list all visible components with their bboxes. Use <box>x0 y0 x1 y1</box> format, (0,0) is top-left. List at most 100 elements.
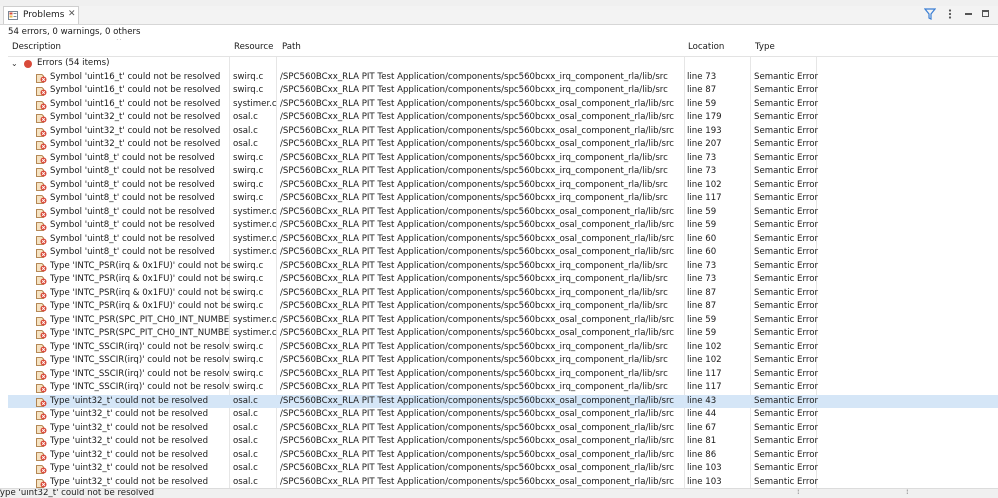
row-type: Semantic Error <box>754 395 818 406</box>
table-row[interactable]: Type 'INTC_SSCIR(irq)' could not be reso… <box>8 381 998 395</box>
error-marker-icon <box>36 424 47 434</box>
error-group-label: Errors (54 items) <box>37 58 110 68</box>
table-row[interactable]: Type 'uint32_t' could not be resolved osa… <box>8 435 998 449</box>
row-type: Semantic Error <box>754 98 818 109</box>
table-row[interactable]: Type 'INTC_PSR(irq & 0x1FU)' could not b… <box>8 260 998 274</box>
problems-summary: 54 errors, 0 warnings, 0 others <box>8 27 141 37</box>
row-resource: swirq.c <box>233 85 264 95</box>
error-marker-icon <box>36 127 47 137</box>
table-row[interactable]: Type 'INTC_PSR(SPC_PIT_CH0_INT_NUMBER)' … <box>8 314 998 328</box>
error-marker-icon <box>36 302 47 312</box>
table-row[interactable]: Type 'INTC_SSCIR(irq)' could not be reso… <box>8 368 998 382</box>
row-path: /SPC560BCxx_RLA PIT Test Application/com… <box>280 422 675 433</box>
table-row[interactable]: Type 'uint32_t' could not be resolved osa… <box>8 408 998 422</box>
table-row[interactable]: Symbol 'uint16_t' could not be resolved s… <box>8 84 998 98</box>
error-group-icon <box>24 60 32 68</box>
table-row[interactable]: Type 'uint32_t' could not be resolved osa… <box>8 449 998 463</box>
error-marker-icon <box>36 235 47 245</box>
table-row[interactable]: Type 'uint32_t' could not be resolved osa… <box>8 422 998 436</box>
table-row[interactable]: Symbol 'uint8_t' could not be resolved sy… <box>8 246 998 260</box>
view-menu-icon[interactable] <box>944 8 956 20</box>
table-row[interactable]: Type 'uint32_t' could not be resolved osa… <box>8 462 998 476</box>
row-location: line 59 <box>687 314 717 325</box>
row-resource: systimer.c <box>233 247 277 257</box>
table-row[interactable]: Symbol 'uint8_t' could not be resolved sy… <box>8 206 998 220</box>
row-type: Semantic Error <box>754 193 818 203</box>
row-path: /SPC560BCxx_RLA PIT Test Application/com… <box>280 98 675 109</box>
error-marker-icon <box>36 194 47 204</box>
row-resource: swirq.c <box>233 260 264 271</box>
row-location: line 73 <box>687 260 717 271</box>
row-resource: systimer.c <box>233 206 277 217</box>
row-description: Type 'INTC_PSR(irq & 0x1FU)' could not b… <box>50 287 230 298</box>
table-row[interactable]: Type 'INTC_PSR(SPC_PIT_CH0_INT_NUMBER)' … <box>8 327 998 341</box>
column-header-resource[interactable]: Resource <box>234 39 273 56</box>
error-marker-icon <box>36 140 47 150</box>
row-path: /SPC560BCxx_RLA PIT Test Application/com… <box>280 301 668 311</box>
table-row[interactable]: Symbol 'uint8_t' could not be resolved sw… <box>8 192 998 206</box>
column-header-description[interactable]: Description <box>12 39 61 56</box>
row-description: Type 'INTC_PSR(SPC_PIT_CH0_INT_NUMBER)' … <box>50 328 230 338</box>
row-description: Symbol 'uint8_t' could not be resolved <box>50 179 215 190</box>
row-resource: osal.c <box>233 436 258 446</box>
column-header-location[interactable]: Location <box>688 39 724 56</box>
row-path: /SPC560BCxx_RLA PIT Test Application/com… <box>280 463 675 473</box>
row-location: line 59 <box>687 328 717 338</box>
table-row[interactable]: Type 'INTC_PSR(irq & 0x1FU)' could not b… <box>8 287 998 301</box>
row-resource: osal.c <box>233 139 258 149</box>
tab-problems[interactable]: Problems ✕ <box>3 6 79 24</box>
row-description: Symbol 'uint16_t' could not be resolved <box>50 85 221 95</box>
status-separator: ⁞ <box>906 488 909 496</box>
row-resource: swirq.c <box>233 287 264 298</box>
table-row[interactable]: Type 'uint32_t' could not be resolved osa… <box>8 394 998 408</box>
table-row[interactable]: Symbol 'uint32_t' could not be resolved o… <box>8 111 998 125</box>
row-resource: systimer.c <box>233 328 277 338</box>
error-marker-icon <box>36 275 47 285</box>
row-type: Semantic Error <box>754 328 818 338</box>
column-header-type[interactable]: Type <box>755 39 775 56</box>
error-marker-icon <box>36 410 47 420</box>
row-type: Semantic Error <box>754 139 818 149</box>
table-row[interactable]: Type 'INTC_SSCIR(irq)' could not be reso… <box>8 354 998 368</box>
row-description: Type 'INTC_SSCIR(irq)' could not be reso… <box>50 382 230 392</box>
table-row[interactable]: Symbol 'uint32_t' could not be resolved o… <box>8 125 998 139</box>
table-row[interactable]: Type 'uint32_t' could not be resolved osa… <box>8 476 998 489</box>
row-description: Type 'INTC_SSCIR(irq)' could not be reso… <box>50 368 230 379</box>
column-header-path[interactable]: Path <box>282 39 301 56</box>
table-row[interactable]: Symbol 'uint16_t' could not be resolved s… <box>8 98 998 112</box>
table-row[interactable]: Symbol 'uint32_t' could not be resolved o… <box>8 138 998 152</box>
minimize-icon[interactable] <box>963 8 975 20</box>
row-resource: swirq.c <box>233 152 264 163</box>
row-type: Semantic Error <box>754 355 818 365</box>
row-description: Type 'uint32_t' could not be resolved <box>50 436 209 446</box>
error-group-row[interactable]: ⌄ Errors (54 items) <box>8 57 998 71</box>
chevron-down-icon[interactable]: ⌄ <box>11 57 18 71</box>
row-location: line 67 <box>687 422 717 433</box>
row-description: Type 'uint32_t' could not be resolved <box>50 476 209 487</box>
row-resource: systimer.c <box>233 314 277 325</box>
error-marker-icon <box>36 437 47 447</box>
table-row[interactable]: Type 'INTC_PSR(irq & 0x1FU)' could not b… <box>8 273 998 287</box>
table-row[interactable]: Symbol 'uint8_t' could not be resolved sw… <box>8 179 998 193</box>
row-description: Symbol 'uint8_t' could not be resolved <box>50 206 215 217</box>
table-row[interactable]: Type 'INTC_SSCIR(irq)' could not be reso… <box>8 341 998 355</box>
row-location: line 73 <box>687 274 717 284</box>
maximize-icon[interactable] <box>980 8 992 20</box>
row-description: Type 'INTC_SSCIR(irq)' could not be reso… <box>50 341 230 352</box>
table-row[interactable]: Symbol 'uint16_t' could not be resolved s… <box>8 71 998 85</box>
row-location: line 86 <box>687 449 717 460</box>
table-row[interactable]: Type 'INTC_PSR(irq & 0x1FU)' could not b… <box>8 300 998 314</box>
row-resource: osal.c <box>233 409 258 419</box>
row-location: line 193 <box>687 125 722 136</box>
row-resource: systimer.c <box>233 98 277 109</box>
row-location: line 179 <box>687 112 722 122</box>
error-marker-icon <box>36 478 47 488</box>
filter-icon[interactable] <box>923 8 937 20</box>
close-icon[interactable]: ✕ <box>68 9 76 19</box>
row-resource: swirq.c <box>233 179 264 190</box>
table-row[interactable]: Symbol 'uint8_t' could not be resolved sw… <box>8 152 998 166</box>
table-row[interactable]: Symbol 'uint8_t' could not be resolved sw… <box>8 165 998 179</box>
table-row[interactable]: Symbol 'uint8_t' could not be resolved sy… <box>8 219 998 233</box>
table-row[interactable]: Symbol 'uint8_t' could not be resolved sy… <box>8 233 998 247</box>
row-path: /SPC560BCxx_RLA PIT Test Application/com… <box>280 260 668 271</box>
